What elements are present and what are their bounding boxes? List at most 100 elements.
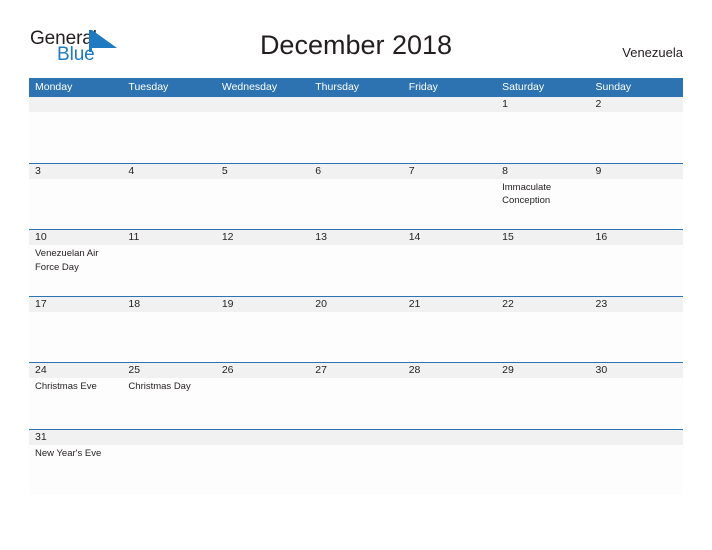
date-number[interactable]: 30 xyxy=(590,363,683,378)
day-event[interactable]: Venezuelan Air Force Day xyxy=(29,245,122,295)
day-event[interactable] xyxy=(122,312,215,362)
page-header: General Blue December 2018 Venezuela xyxy=(0,0,712,76)
date-number[interactable]: 14 xyxy=(403,230,496,245)
day-event[interactable] xyxy=(122,179,215,229)
country-label: Venezuela xyxy=(622,45,683,60)
day-event[interactable] xyxy=(122,445,215,495)
day-event[interactable] xyxy=(216,378,309,428)
day-header-monday: Monday xyxy=(35,81,73,93)
day-header-thursday: Thursday xyxy=(315,81,360,93)
week-row: 24 25 26 27 28 29 30 Christmas Eve Chris… xyxy=(29,362,683,429)
day-event[interactable] xyxy=(590,179,683,229)
date-number[interactable] xyxy=(122,430,215,445)
date-number[interactable] xyxy=(122,97,215,112)
date-number[interactable]: 5 xyxy=(216,164,309,179)
day-event[interactable] xyxy=(403,112,496,162)
day-event[interactable] xyxy=(309,179,402,229)
date-number[interactable]: 23 xyxy=(590,297,683,312)
day-event[interactable] xyxy=(496,312,589,362)
day-event[interactable]: Immaculate Conception xyxy=(496,179,589,229)
date-number[interactable] xyxy=(309,97,402,112)
week-row: 17 18 19 20 21 22 23 xyxy=(29,295,683,362)
date-number[interactable]: 22 xyxy=(496,297,589,312)
day-event[interactable] xyxy=(590,445,683,495)
date-number[interactable]: 2 xyxy=(590,97,683,112)
date-number[interactable]: 18 xyxy=(122,297,215,312)
week-row: 1 2 xyxy=(29,96,683,163)
date-number[interactable]: 15 xyxy=(496,230,589,245)
date-number[interactable] xyxy=(590,430,683,445)
day-event[interactable] xyxy=(122,112,215,162)
date-number[interactable]: 7 xyxy=(403,164,496,179)
day-event[interactable] xyxy=(29,112,122,162)
day-event[interactable] xyxy=(496,378,589,428)
day-event[interactable] xyxy=(309,312,402,362)
date-number[interactable] xyxy=(29,97,122,112)
date-number[interactable]: 10 xyxy=(29,230,122,245)
date-number[interactable]: 13 xyxy=(309,230,402,245)
date-number[interactable]: 16 xyxy=(590,230,683,245)
date-number[interactable] xyxy=(496,430,589,445)
day-event[interactable]: Christmas Day xyxy=(122,378,215,428)
date-number[interactable]: 20 xyxy=(309,297,402,312)
day-event[interactable] xyxy=(29,179,122,229)
date-number[interactable]: 27 xyxy=(309,363,402,378)
date-number[interactable]: 3 xyxy=(29,164,122,179)
page-title: December 2018 xyxy=(259,30,453,60)
date-number[interactable] xyxy=(403,430,496,445)
day-event[interactable] xyxy=(216,112,309,162)
week-event-strip: Venezuelan Air Force Day xyxy=(29,245,683,295)
day-event[interactable] xyxy=(590,245,683,295)
day-event[interactable] xyxy=(496,245,589,295)
day-event[interactable] xyxy=(216,179,309,229)
day-event[interactable] xyxy=(216,445,309,495)
date-number[interactable] xyxy=(216,430,309,445)
day-event[interactable] xyxy=(309,378,402,428)
day-event[interactable] xyxy=(216,312,309,362)
date-number[interactable]: 8 xyxy=(496,164,589,179)
day-event[interactable] xyxy=(496,445,589,495)
date-number[interactable]: 26 xyxy=(216,363,309,378)
date-number[interactable]: 6 xyxy=(309,164,402,179)
day-header-sunday: Sunday xyxy=(595,81,632,93)
date-number[interactable]: 29 xyxy=(496,363,589,378)
day-event[interactable] xyxy=(403,179,496,229)
week-event-strip xyxy=(29,312,683,362)
day-event[interactable] xyxy=(403,312,496,362)
date-number[interactable]: 12 xyxy=(216,230,309,245)
date-number[interactable]: 9 xyxy=(590,164,683,179)
day-event[interactable] xyxy=(403,245,496,295)
week-date-number-strip: 17 18 19 20 21 22 23 xyxy=(29,296,683,312)
day-event[interactable] xyxy=(309,112,402,162)
date-number[interactable]: 1 xyxy=(496,97,589,112)
day-event[interactable] xyxy=(590,112,683,162)
day-event[interactable] xyxy=(29,312,122,362)
date-number[interactable]: 17 xyxy=(29,297,122,312)
day-event[interactable]: Christmas Eve xyxy=(29,378,122,428)
day-event[interactable] xyxy=(309,245,402,295)
week-date-number-strip: 10 11 12 13 14 15 16 xyxy=(29,230,683,245)
day-event[interactable] xyxy=(496,112,589,162)
date-number[interactable]: 19 xyxy=(216,297,309,312)
day-event[interactable] xyxy=(216,245,309,295)
day-event[interactable] xyxy=(403,445,496,495)
date-number[interactable]: 21 xyxy=(403,297,496,312)
day-of-week-header-row: Monday Tuesday Wednesday Thursday Friday… xyxy=(29,78,683,96)
day-event[interactable]: New Year's Eve xyxy=(29,445,122,495)
date-number[interactable] xyxy=(216,97,309,112)
day-event[interactable] xyxy=(122,245,215,295)
date-number[interactable] xyxy=(403,97,496,112)
date-number[interactable] xyxy=(309,430,402,445)
week-date-number-strip: 31 xyxy=(29,429,683,445)
date-number[interactable]: 24 xyxy=(29,363,122,378)
day-event[interactable] xyxy=(309,445,402,495)
day-event[interactable] xyxy=(403,378,496,428)
date-number[interactable]: 28 xyxy=(403,363,496,378)
date-number[interactable]: 25 xyxy=(122,363,215,378)
calendar-grid: Monday Tuesday Wednesday Thursday Friday… xyxy=(29,78,683,495)
date-number[interactable]: 11 xyxy=(122,230,215,245)
day-event[interactable] xyxy=(590,312,683,362)
day-event[interactable] xyxy=(590,378,683,428)
date-number[interactable]: 4 xyxy=(122,164,215,179)
date-number[interactable]: 31 xyxy=(29,430,122,445)
